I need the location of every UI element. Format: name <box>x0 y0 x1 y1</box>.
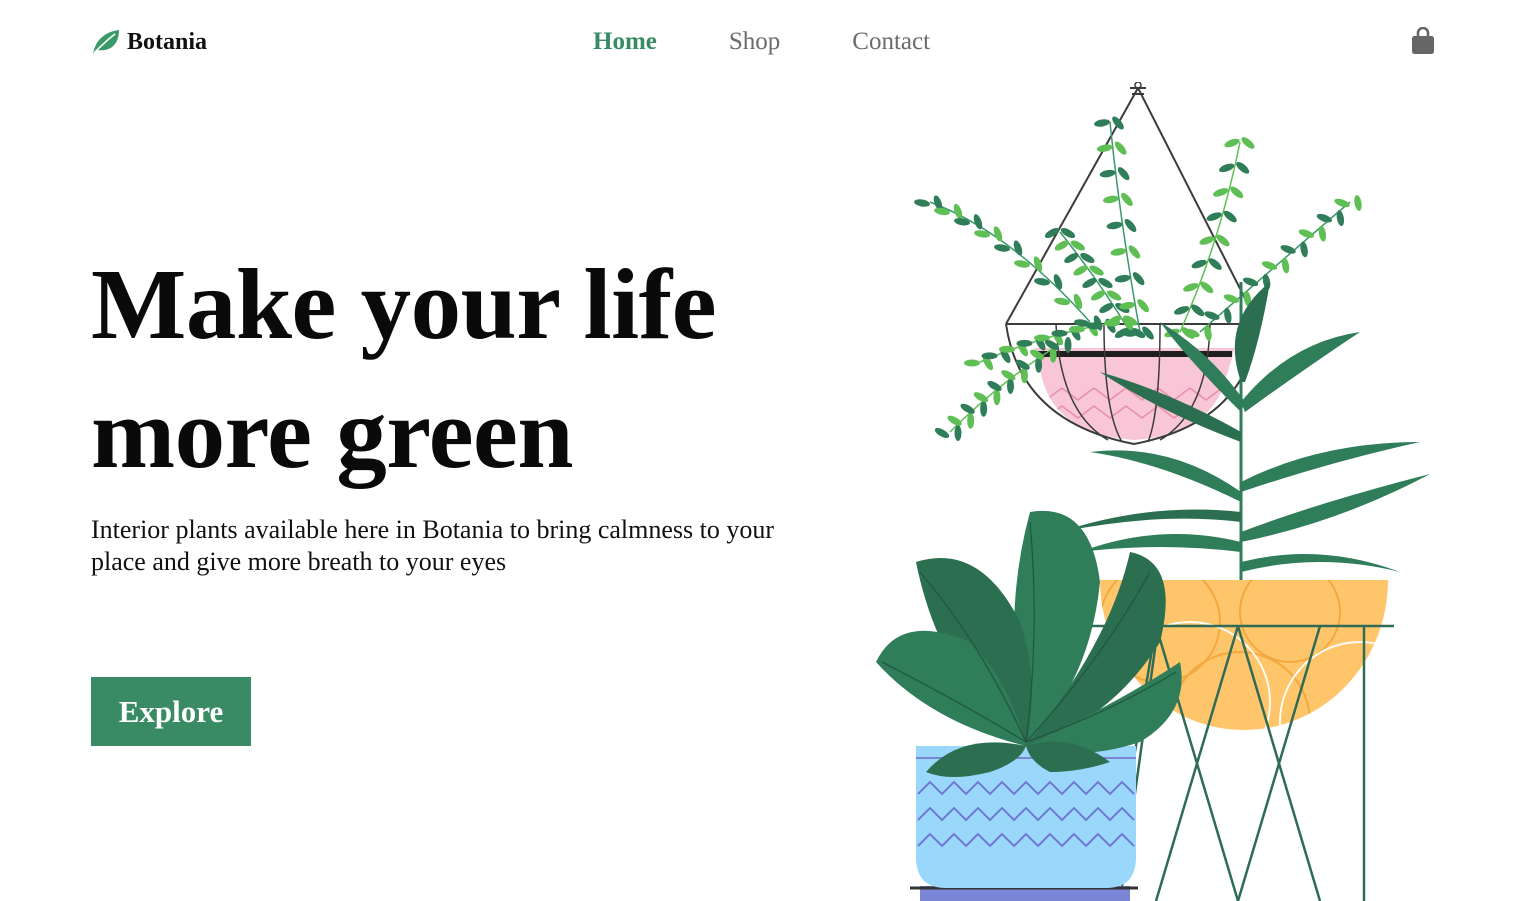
fern-leaflet <box>1054 240 1069 251</box>
fern-leaflet <box>1070 240 1085 251</box>
fern-leaflet <box>1236 162 1250 174</box>
fern-leaflet <box>1117 167 1130 181</box>
fern-leaflet <box>1007 378 1014 394</box>
fern-leaflet <box>1128 245 1141 259</box>
fern-leaflet <box>1099 169 1116 178</box>
fern-leaflet <box>1103 195 1119 204</box>
fern-leaflet <box>1137 299 1149 313</box>
fern-leaflet <box>974 230 990 238</box>
main-nav: Home Shop Contact <box>593 26 930 58</box>
fern-leaflet <box>1316 213 1332 223</box>
fern-leaflet <box>1280 245 1296 254</box>
fern-leaflet <box>993 389 1001 406</box>
fern-leaflet <box>1261 261 1278 270</box>
fern-leaflet <box>934 427 950 439</box>
fern-leaflet <box>1013 240 1023 256</box>
fern-leaflet <box>1354 195 1362 211</box>
explore-button[interactable]: Explore <box>91 677 251 746</box>
brand-name: Botania <box>127 29 208 55</box>
fern-leaflet <box>1098 277 1113 289</box>
landing-page: Botania Home Shop Contact Make your life… <box>0 0 1530 901</box>
fern-leaflet <box>934 207 950 216</box>
fern-leaflet <box>1073 293 1083 310</box>
fern-leaflet <box>1104 319 1120 327</box>
fern-leaflet <box>1064 252 1079 264</box>
fern-leaflet <box>981 352 998 360</box>
fern-leaflet <box>1114 274 1131 283</box>
fern-leaflet <box>1114 141 1127 155</box>
fern-leaflet <box>1121 192 1133 206</box>
fern-leaflet <box>1044 227 1060 239</box>
fern-leaflet <box>1204 311 1220 320</box>
site-header: Botania Home Shop Contact <box>0 0 1530 84</box>
fern-leaflet <box>954 218 970 226</box>
fern-leaflet <box>1112 116 1124 130</box>
nav-shop-link[interactable]: Shop <box>729 26 780 58</box>
shopping-bag-icon <box>1412 27 1434 54</box>
hero-title-line-1: Make your life <box>91 248 717 360</box>
nav-home-link[interactable]: Home <box>593 26 657 58</box>
fern-leaflet <box>999 345 1015 353</box>
fern-leaflet <box>1069 325 1085 333</box>
fern-leaflet <box>1224 138 1240 148</box>
fern-leaflet <box>967 412 975 429</box>
cart-button[interactable] <box>1410 27 1436 55</box>
fern-leaflet <box>1106 221 1123 230</box>
fern-leaflet <box>993 226 1003 242</box>
fern-leaflet <box>1124 218 1137 233</box>
fern-leaflet <box>1230 186 1244 199</box>
hero-title: Make your life more green <box>91 240 811 498</box>
fern-leaflet <box>1060 227 1076 239</box>
fern-leaflet <box>980 400 988 417</box>
fern-leaflet <box>1241 137 1255 149</box>
fern-leaflet <box>1064 337 1072 353</box>
fern-leaflet <box>1051 329 1068 337</box>
fern-leaflet <box>1053 274 1063 290</box>
fern-leaflet <box>914 199 930 207</box>
fern-leaflet <box>1298 229 1314 238</box>
fern-leaflet <box>1242 277 1259 287</box>
fern-leaflet <box>954 425 962 441</box>
fern-leaflet <box>1096 144 1113 152</box>
fern-leaflet <box>1106 290 1122 301</box>
fern-leaflet <box>1073 265 1088 276</box>
fern-leaflet <box>964 359 980 367</box>
potted-plants-illustration <box>860 82 1450 901</box>
fern-leaflet <box>1223 294 1239 303</box>
fern-leaflet <box>1334 198 1350 208</box>
broad-leaf-plant <box>876 510 1182 777</box>
fern-leaflet <box>1223 210 1237 223</box>
fern-leaflet <box>1132 272 1145 286</box>
fern-leaflet <box>1089 265 1104 276</box>
hero-title-line-2: more green <box>91 377 574 489</box>
fern-leaflet <box>1110 248 1127 256</box>
hero-subtitle: Interior plants available here in Botani… <box>91 515 775 576</box>
fern-leaflet <box>1080 252 1095 264</box>
brand-logo[interactable]: Botania <box>91 26 207 58</box>
fern-leaflet <box>1094 119 1110 127</box>
leaf-icon <box>93 30 119 54</box>
fern-leaflet <box>1016 339 1033 347</box>
nav-contact-link[interactable]: Contact <box>852 26 930 58</box>
